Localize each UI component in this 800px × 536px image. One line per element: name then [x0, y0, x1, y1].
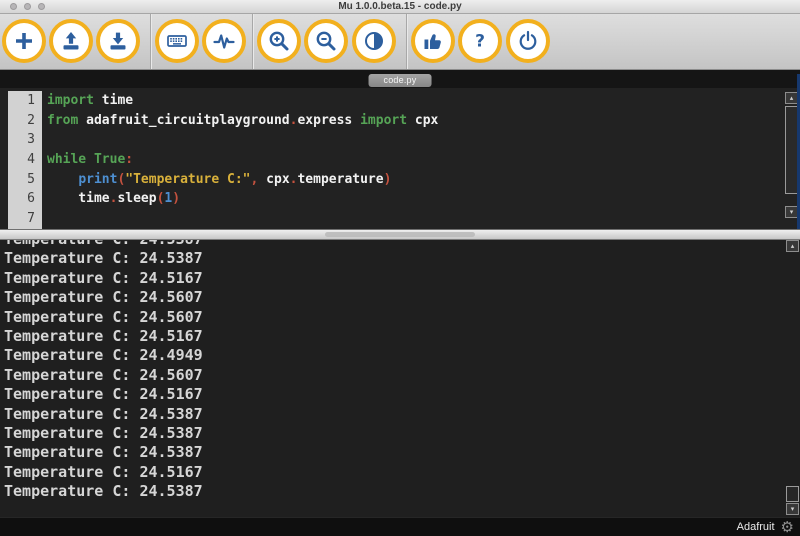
scroll-up-arrow-icon[interactable]: ▴: [786, 240, 799, 252]
toolbar-separator: [252, 14, 253, 69]
repl-button[interactable]: [155, 19, 199, 63]
console-line: Temperature C: 24.5607: [0, 366, 800, 385]
line-number: 4: [8, 150, 42, 170]
code-line: 4while True:: [0, 150, 800, 170]
status-bar: Adafruit ⚙: [0, 517, 800, 536]
console-line: Temperature C: 24.5167: [0, 385, 800, 404]
console-line: Temperature C: 24.5607: [0, 288, 800, 307]
magnifier-minus-icon: [314, 29, 338, 53]
console-line: Temperature C: 24.4949: [0, 346, 800, 365]
code-text: import time: [42, 91, 133, 111]
line-number: 2: [8, 111, 42, 131]
contrast-icon: [362, 29, 386, 53]
upload-icon: [59, 29, 83, 53]
quit-button[interactable]: [506, 19, 550, 63]
code-text: [42, 209, 47, 229]
tab-bar: code.py: [0, 70, 800, 88]
serial-console[interactable]: Temperature C: 24.5387Temperature C: 24.…: [0, 240, 800, 517]
console-line: Temperature C: 24.5387: [0, 424, 800, 443]
tab-code-py[interactable]: code.py: [369, 74, 432, 87]
window-title: Mu 1.0.0.beta.15 - code.py: [0, 0, 800, 14]
code-text: time.sleep(1): [42, 189, 180, 209]
magnifier-plus-icon: [267, 29, 291, 53]
keyboard-icon: [165, 29, 189, 53]
console-line: Temperature C: 24.5607: [0, 308, 800, 327]
code-text: from adafruit_circuitplayground.express …: [42, 111, 438, 131]
plus-icon: [12, 29, 36, 53]
console-scrollbar[interactable]: ▴ ▾: [786, 240, 799, 517]
toolbar-buttons: ?: [0, 14, 800, 70]
line-number: 7: [8, 209, 42, 229]
splitter-handle[interactable]: [0, 229, 800, 240]
console-line: Temperature C: 24.5387: [0, 249, 800, 268]
load-button[interactable]: [49, 19, 93, 63]
theme-button[interactable]: [352, 19, 396, 63]
splitter-grip: [325, 232, 475, 237]
code-text: [42, 130, 47, 150]
console-line: Temperature C: 24.5387: [0, 240, 800, 249]
code-line: 7: [0, 209, 800, 229]
serial-button[interactable]: [202, 19, 246, 63]
check-button[interactable]: [411, 19, 455, 63]
zoom-in-button[interactable]: [257, 19, 301, 63]
gear-icon[interactable]: ⚙: [781, 520, 794, 535]
scrollbar-thumb[interactable]: [786, 486, 799, 502]
console-line: Temperature C: 24.5167: [0, 463, 800, 482]
help-button[interactable]: ?: [458, 19, 502, 63]
title-bar[interactable]: Mu 1.0.0.beta.15 - code.py: [0, 0, 800, 14]
code-line: 3: [0, 130, 800, 150]
svg-text:?: ?: [475, 32, 485, 52]
console-lines: Temperature C: 24.5387Temperature C: 24.…: [0, 240, 800, 501]
code-line: 1import time: [0, 91, 800, 111]
toolbar-separator: [406, 14, 407, 69]
console-line: Temperature C: 24.5167: [0, 327, 800, 346]
console-line: Temperature C: 24.5387: [0, 443, 800, 462]
new-button[interactable]: [2, 19, 46, 63]
mode-label: Adafruit: [737, 521, 775, 533]
download-icon: [106, 29, 130, 53]
scroll-down-arrow-icon[interactable]: ▾: [786, 503, 799, 515]
code-text: while True:: [42, 150, 133, 170]
thumbs-up-icon: [421, 29, 445, 53]
console-line: Temperature C: 24.5387: [0, 482, 800, 501]
console-line: Temperature C: 24.5167: [0, 269, 800, 288]
editor-lines: 1import time2from adafruit_circuitplaygr…: [0, 88, 800, 229]
code-line: 5 print("Temperature C:", cpx.temperatur…: [0, 170, 800, 190]
line-number: 1: [8, 91, 42, 111]
code-editor[interactable]: 1import time2from adafruit_circuitplaygr…: [0, 88, 800, 229]
code-line: 6 time.sleep(1): [0, 189, 800, 209]
zoom-out-button[interactable]: [304, 19, 348, 63]
toolbar-separator: [150, 14, 151, 69]
mu-editor-window: Mu 1.0.0.beta.15 - code.py ? code.py 1im…: [0, 0, 800, 536]
code-text: print("Temperature C:", cpx.temperature): [42, 170, 391, 190]
line-number: 5: [8, 170, 42, 190]
power-icon: [516, 29, 540, 53]
code-line: 2from adafruit_circuitplayground.express…: [0, 111, 800, 131]
line-number: 6: [8, 189, 42, 209]
save-button[interactable]: [96, 19, 140, 63]
question-icon: ?: [468, 29, 492, 53]
line-number: 3: [8, 130, 42, 150]
console-line: Temperature C: 24.5387: [0, 405, 800, 424]
pulse-icon: [212, 29, 236, 53]
